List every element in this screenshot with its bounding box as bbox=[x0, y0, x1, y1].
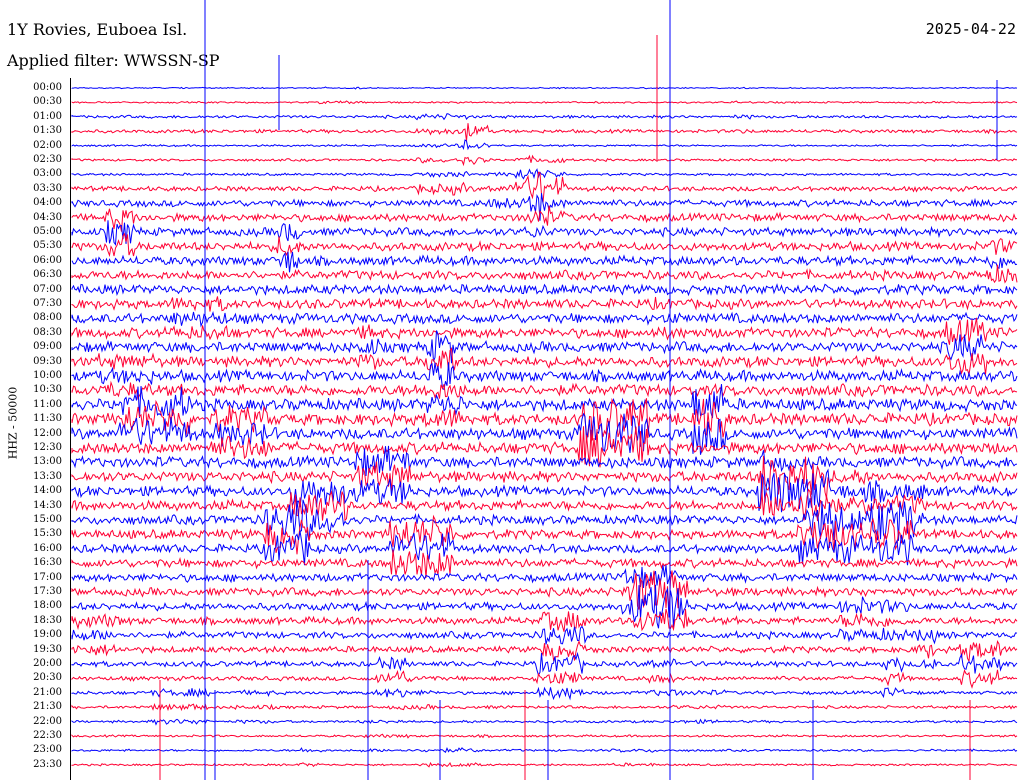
trace-row bbox=[71, 549, 1018, 578]
trace-row bbox=[71, 283, 1018, 297]
trace-row bbox=[71, 264, 1018, 284]
trace-row bbox=[71, 733, 1018, 739]
trace-row bbox=[71, 362, 1018, 391]
trace-row bbox=[71, 317, 1018, 345]
trace-row bbox=[71, 747, 1018, 753]
trace-row bbox=[71, 514, 1018, 555]
trace-row bbox=[71, 251, 1018, 273]
trace-row bbox=[71, 139, 1018, 151]
trace-row bbox=[71, 718, 1018, 726]
trace-row bbox=[71, 296, 1018, 312]
trace-row bbox=[71, 113, 1018, 121]
trace-row bbox=[71, 761, 1018, 768]
trace-row bbox=[71, 311, 1018, 328]
trace-row bbox=[71, 564, 1018, 589]
trace-row bbox=[71, 168, 1018, 180]
trace-row bbox=[71, 625, 1018, 645]
trace-row bbox=[71, 154, 1018, 167]
trace-row bbox=[71, 86, 1018, 90]
trace-row bbox=[71, 380, 1018, 401]
trace-row bbox=[71, 100, 1018, 105]
trace-row bbox=[71, 347, 1018, 375]
trace-canvas bbox=[71, 0, 1018, 780]
trace-row bbox=[71, 686, 1018, 701]
trace-row bbox=[71, 703, 1018, 712]
trace-row bbox=[71, 232, 1018, 258]
trace-row bbox=[71, 608, 1018, 632]
trace-row bbox=[71, 220, 1018, 246]
trace-row bbox=[71, 651, 1018, 677]
trace-row bbox=[71, 123, 1018, 142]
trace-row bbox=[71, 669, 1018, 689]
trace-row bbox=[71, 639, 1018, 663]
helicorder-plot: 1Y Rovies, Euboea Isl. 2025-04-22 Applie… bbox=[0, 0, 1024, 780]
